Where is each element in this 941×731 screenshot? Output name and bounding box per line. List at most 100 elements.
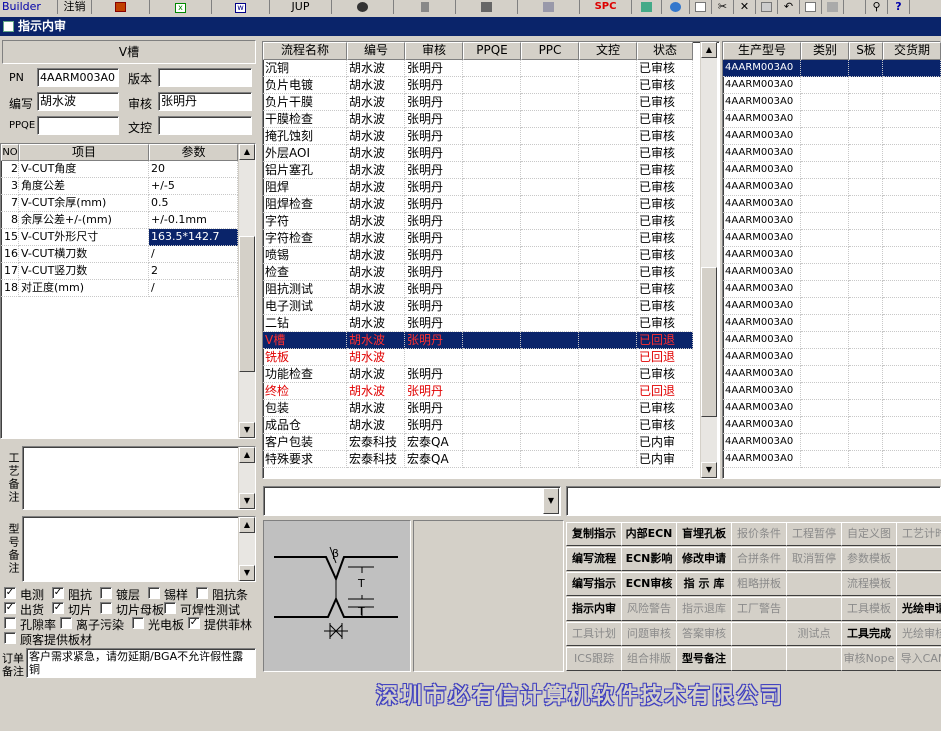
action-button[interactable]: 工具模板 — [841, 597, 897, 621]
help-icon[interactable]: ? — [888, 0, 910, 14]
checkbox[interactable] — [100, 602, 112, 614]
model-header-0[interactable]: 生产型号 — [723, 42, 801, 60]
eye-icon[interactable] — [332, 0, 394, 14]
jup-button[interactable]: JUP — [270, 0, 332, 14]
scroll-up-icon[interactable]: ▲ — [701, 42, 717, 58]
model-row[interactable]: 4AARM003A0 — [723, 111, 941, 128]
undo-icon[interactable]: ↶ — [778, 0, 800, 14]
ie-icon[interactable] — [662, 0, 690, 14]
model-row[interactable]: 4AARM003A0 — [723, 366, 941, 383]
paste-icon[interactable] — [756, 0, 778, 14]
builder-button[interactable]: Builder — [0, 0, 58, 14]
param-row[interactable]: 7 V-CUT余厚(mm) 0.5 — [1, 195, 239, 212]
action-button[interactable]: 参数模板 — [841, 547, 897, 571]
checkbox[interactable]: ✓ — [52, 587, 64, 599]
model-row[interactable]: 4AARM003A0 — [723, 400, 941, 417]
action-button[interactable] — [896, 572, 941, 596]
action-button[interactable]: 审核Nope — [841, 647, 897, 671]
scroll-up-icon[interactable]: ▲ — [239, 447, 255, 463]
reviewer-field[interactable]: 张明丹 — [158, 92, 252, 111]
scroll-down-icon[interactable]: ▼ — [701, 462, 717, 478]
action-button[interactable]: 组合排版 — [621, 647, 677, 671]
action-button[interactable]: 修改申请 — [676, 547, 732, 571]
version-field[interactable] — [158, 68, 252, 87]
model-row[interactable]: 4AARM003A0 — [723, 247, 941, 264]
action-button[interactable]: 复制指示 — [566, 522, 622, 546]
remark-field[interactable] — [566, 486, 941, 516]
model-row[interactable]: 4AARM003A0 — [723, 417, 941, 434]
flow-row[interactable]: 二钻 胡水波 张明丹 已审核 — [263, 315, 693, 332]
action-button[interactable]: 编写流程 — [566, 547, 622, 571]
flow-header-ppqe[interactable]: PPQE — [463, 42, 521, 60]
checkbox[interactable]: ✓ — [4, 602, 16, 614]
flow-row[interactable]: 阻抗测试 胡水波 张明丹 已审核 — [263, 281, 693, 298]
action-button[interactable]: 工艺计时 — [896, 522, 941, 546]
action-button[interactable]: ECN影响 — [621, 547, 677, 571]
model-row[interactable]: 4AARM003A0 — [723, 281, 941, 298]
action-button[interactable]: 编写指示 — [566, 572, 622, 596]
action-button[interactable]: 型号备注 — [676, 647, 732, 671]
model-header-3[interactable]: 交货期 — [883, 42, 941, 60]
action-button[interactable]: 内部ECN — [621, 522, 677, 546]
action-button[interactable]: 测试点 — [786, 622, 842, 646]
model-row[interactable]: 4AARM003A0 — [723, 77, 941, 94]
doc-control-field[interactable] — [158, 116, 252, 135]
model-row[interactable]: 4AARM003A0 — [723, 298, 941, 315]
action-button[interactable]: 答案审核 — [676, 622, 732, 646]
param-scrollbar[interactable]: ▲ ▼ — [238, 144, 255, 438]
preview-icon[interactable] — [800, 0, 822, 14]
action-button[interactable]: 自定义图 — [841, 522, 897, 546]
checkbox[interactable] — [164, 602, 176, 614]
scroll-up-icon[interactable]: ▲ — [239, 517, 255, 533]
flow-row[interactable]: 终检 胡水波 张明丹 已回退 — [263, 383, 693, 400]
printer-icon[interactable] — [518, 0, 580, 14]
flow-row[interactable]: 掩孔蚀刻 胡水波 张明丹 已审核 — [263, 128, 693, 145]
model-note-field[interactable]: ▲ ▼ — [22, 516, 256, 582]
print-icon[interactable] — [822, 0, 844, 14]
action-button[interactable]: ECN审核 — [621, 572, 677, 596]
flow-header-no[interactable]: 编号 — [347, 42, 405, 60]
model-header-2[interactable]: S板 — [849, 42, 883, 60]
action-button[interactable]: 合拼条件 — [731, 547, 787, 571]
model-row[interactable]: 4AARM003A0 — [723, 213, 941, 230]
flow-row[interactable]: 阻焊 胡水波 张明丹 已审核 — [263, 179, 693, 196]
model-row[interactable]: 4AARM003A0 — [723, 179, 941, 196]
model-row[interactable]: 4AARM003A0 — [723, 128, 941, 145]
flow-row[interactable]: 检查 胡水波 张明丹 已审核 — [263, 264, 693, 281]
checkbox[interactable]: ✓ — [52, 602, 64, 614]
flow-row[interactable]: 外层AOI 胡水波 张明丹 已审核 — [263, 145, 693, 162]
flow-row[interactable]: 负片电镀 胡水波 张明丹 已审核 — [263, 77, 693, 94]
action-button[interactable] — [786, 597, 842, 621]
action-button[interactable]: 风险警告 — [621, 597, 677, 621]
flow-row[interactable]: 铝片塞孔 胡水波 张明丹 已审核 — [263, 162, 693, 179]
checkbox[interactable]: ✓ — [188, 617, 200, 629]
checkbox[interactable] — [132, 617, 144, 629]
flow-header-ppc[interactable]: PPC — [521, 42, 579, 60]
scroll-thumb[interactable] — [239, 236, 255, 372]
word-icon[interactable]: w — [212, 0, 270, 14]
checkbox[interactable] — [4, 617, 16, 629]
scroll-down-icon[interactable]: ▼ — [239, 565, 255, 581]
order-note-field[interactable]: 客户需求紧急，请勿延期/BGA不允许假性露铜 — [26, 648, 256, 678]
action-button[interactable]: 取消暂停 — [786, 547, 842, 571]
param-row[interactable]: 2 V-CUT角度 20 — [1, 161, 239, 178]
checkbox[interactable] — [100, 587, 112, 599]
action-button[interactable]: 盲埋孔板 — [676, 522, 732, 546]
action-button[interactable]: 指示退库 — [676, 597, 732, 621]
action-button[interactable]: 导入CAM — [896, 647, 941, 671]
ppqe-field[interactable] — [37, 116, 119, 135]
pn-field[interactable]: 4AARM003A0 — [37, 68, 119, 87]
model-row[interactable]: 4AARM003A0 — [723, 349, 941, 366]
action-button[interactable]: 指示内审 — [566, 597, 622, 621]
chevron-down-icon[interactable]: ▼ — [543, 488, 559, 514]
checkbox[interactable] — [60, 617, 72, 629]
flow-row[interactable]: V槽 胡水波 张明丹 已回退 — [263, 332, 693, 349]
action-button[interactable]: 工具完成 — [841, 622, 897, 646]
action-button[interactable] — [731, 622, 787, 646]
flow-row[interactable]: 特殊要求 宏泰科技 宏泰QA 已内审 — [263, 451, 693, 468]
action-button[interactable]: 工厂警告 — [731, 597, 787, 621]
flow-row[interactable]: 喷锡 胡水波 张明丹 已审核 — [263, 247, 693, 264]
action-button[interactable]: 粗略拼板 — [731, 572, 787, 596]
action-button[interactable]: ICS跟踪 — [566, 647, 622, 671]
network-icon[interactable] — [456, 0, 518, 14]
